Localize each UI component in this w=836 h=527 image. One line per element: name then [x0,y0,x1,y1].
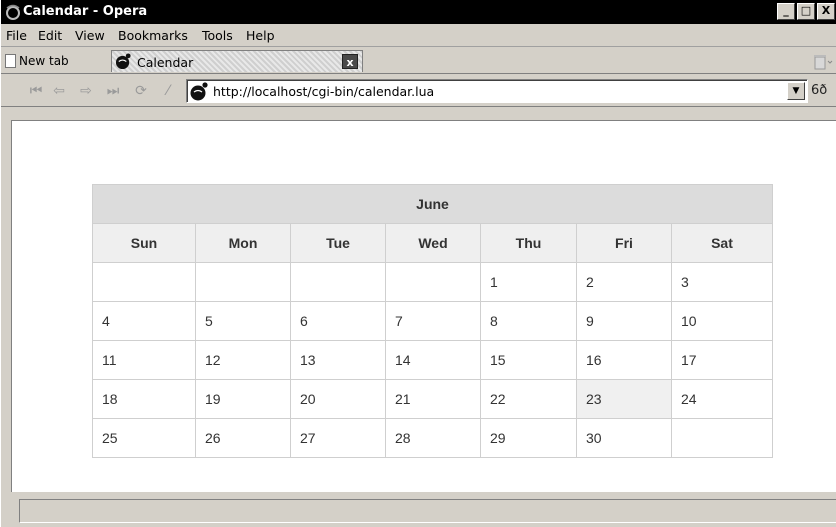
day-cell: 16 [576,340,672,380]
address-field[interactable]: ▼ [186,79,808,103]
day-cell: 2 [576,262,672,302]
day-cell: 28 [385,418,481,458]
day-cell: 5 [195,301,291,341]
day-cell: 18 [92,379,196,419]
day-cell: 13 [290,340,386,380]
search-field-edge[interactable]: 6ð [811,83,827,98]
menu-help[interactable]: Help [246,28,275,43]
url-dropdown-button[interactable]: ▼ [787,82,805,100]
fast-forward-icon[interactable]: ⏭ [104,83,122,99]
week-row: 4 5 6 7 8 9 10 [92,301,773,341]
day-cell: 8 [480,301,577,341]
week-row: 25 26 27 28 29 30 [92,418,773,458]
maximize-button[interactable]: □ [797,3,815,20]
url-input[interactable] [213,83,773,99]
menu-view[interactable]: View [75,28,105,43]
day-cell: 20 [290,379,386,419]
tab-label: Calendar [137,55,194,70]
menu-bookmarks[interactable]: Bookmarks [118,28,188,43]
new-tab-label: New tab [19,54,69,68]
trash-icon[interactable] [813,54,833,70]
page-content: June Sun Mon Tue Wed Thu Fri Sat 1 2 3 4… [11,120,836,492]
weekday-header: Tue [290,223,386,263]
window-title: Calendar - Opera [23,4,148,19]
day-cell: 11 [92,340,196,380]
new-page-icon [5,54,16,68]
day-cell: 14 [385,340,481,380]
window-left-edge [1,107,11,499]
week-row: 11 12 13 14 15 16 17 [92,340,773,380]
reload-icon[interactable]: ⟳ [132,83,150,99]
opera-globe-icon [115,53,131,70]
month-header: June [92,184,773,224]
menu-file[interactable]: File [6,28,27,43]
status-bar [19,499,836,523]
tab-bar: New tab Calendar x [1,48,836,74]
weekday-row: Sun Mon Tue Wed Thu Fri Sat [92,223,773,263]
navigation-toolbar: ⏮ ⇦ ⇨ ⏭ ⟳ ⁄ ▼ 6ð [1,75,836,107]
window-controls: _ □ X [777,3,835,20]
day-cell: 4 [92,301,196,341]
day-cell: 22 [480,379,577,419]
new-tab-button[interactable]: New tab [5,52,69,70]
weekday-header: Sun [92,223,196,263]
menu-bar: File Edit View Bookmarks Tools Help [1,24,836,47]
day-cell: 30 [576,418,672,458]
browser-window: Calendar - Opera _ □ X File Edit View Bo… [0,0,836,527]
tab-calendar[interactable]: Calendar x [111,50,363,72]
forward-icon[interactable]: ⇨ [77,83,95,99]
day-cell [385,262,481,302]
minimize-button[interactable]: _ [777,3,795,20]
title-bar[interactable]: Calendar - Opera _ □ X [1,0,836,24]
day-cell: 25 [92,418,196,458]
opera-globe-icon [190,82,208,101]
day-cell: 24 [671,379,773,419]
day-cell: 19 [195,379,291,419]
day-cell: 3 [671,262,773,302]
day-cell: 21 [385,379,481,419]
close-tab-icon[interactable]: x [342,54,358,69]
day-cell [671,418,773,458]
day-cell [290,262,386,302]
day-cell [92,262,196,302]
day-cell: 9 [576,301,672,341]
back-icon[interactable]: ⇦ [50,83,68,99]
rewind-icon[interactable]: ⏮ [27,83,45,99]
weekday-header: Wed [385,223,481,263]
day-cell: 10 [671,301,773,341]
day-cell: 15 [480,340,577,380]
day-cell: 27 [290,418,386,458]
day-cell: 7 [385,301,481,341]
day-cell [195,262,291,302]
opera-logo-icon [6,4,20,20]
day-cell-highlighted: 23 [576,379,672,419]
calendar-table: June Sun Mon Tue Wed Thu Fri Sat 1 2 3 4… [92,184,773,458]
day-cell: 26 [195,418,291,458]
day-cell: 6 [290,301,386,341]
weekday-header: Mon [195,223,291,263]
close-button[interactable]: X [817,3,835,20]
week-row: 18 19 20 21 22 23 24 [92,379,773,419]
weekday-header: Fri [576,223,672,263]
weekday-header: Thu [480,223,577,263]
day-cell: 17 [671,340,773,380]
day-cell: 29 [480,418,577,458]
day-cell: 12 [195,340,291,380]
week-row: 1 2 3 [92,262,773,302]
menu-edit[interactable]: Edit [38,28,62,43]
day-cell: 1 [480,262,577,302]
menu-tools[interactable]: Tools [202,28,233,43]
weekday-header: Sat [671,223,773,263]
edit-icon[interactable]: ⁄ [159,83,177,99]
